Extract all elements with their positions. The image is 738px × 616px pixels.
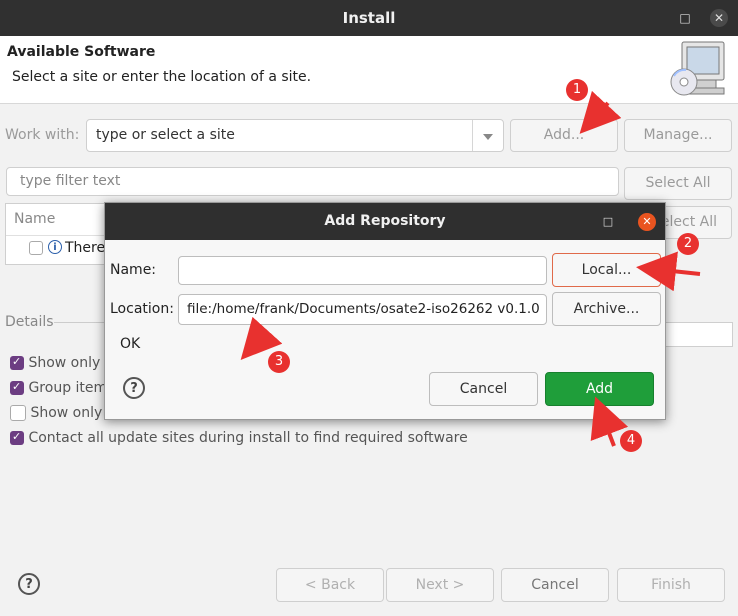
annotation-marker-3: 3 [268, 351, 290, 373]
next-button[interactable]: Next > [386, 568, 494, 602]
location-label: Location: [110, 301, 174, 317]
close-button[interactable]: ✕ [710, 9, 728, 27]
option-label: Group item [28, 380, 108, 396]
details-divider [54, 322, 106, 323]
column-header-name: Name [14, 211, 56, 227]
info-icon: i [48, 240, 62, 254]
checkbox-unchecked[interactable] [10, 405, 26, 421]
dialog-titlebar: Add Repository □ ✕ [105, 203, 665, 240]
select-all-button[interactable]: Select All [624, 167, 732, 200]
option-label: Show only s [30, 405, 115, 421]
add-site-button[interactable]: Add... [510, 119, 618, 152]
checkbox-checked[interactable] [10, 430, 24, 445]
dialog-maximize-button[interactable]: □ [599, 213, 617, 231]
name-input[interactable] [178, 256, 547, 285]
details-area [665, 322, 733, 347]
local-button[interactable]: Local... [552, 253, 661, 287]
option-label: Contact all update sites during install … [28, 430, 468, 446]
location-input[interactable]: file:/home/frank/Documents/osate2-iso262… [178, 294, 547, 325]
annotation-marker-4: 4 [620, 430, 642, 452]
maximize-button[interactable]: □ [676, 9, 694, 27]
option-show-latest[interactable]: Show only t [10, 355, 110, 371]
archive-button[interactable]: Archive... [552, 292, 661, 326]
finish-button[interactable]: Finish [617, 568, 725, 602]
option-contact-all-sites[interactable]: Contact all update sites during install … [10, 430, 468, 446]
dialog-cancel-button[interactable]: Cancel [429, 372, 538, 406]
option-group-items[interactable]: Group item [10, 380, 107, 396]
option-show-only-applicable[interactable]: Show only s [10, 405, 114, 421]
help-icon[interactable]: ? [18, 573, 40, 595]
page-description: Select a site or enter the location of a… [12, 69, 312, 85]
install-software-icon [670, 41, 725, 96]
checkbox-checked[interactable] [10, 380, 24, 395]
window-title: Install [342, 9, 396, 27]
chevron-down-icon[interactable] [472, 120, 503, 151]
work-with-combo[interactable]: type or select a site [86, 119, 504, 152]
divider [6, 235, 116, 236]
row-checkbox[interactable] [29, 241, 43, 255]
annotation-marker-2: 2 [677, 233, 699, 255]
window-titlebar: Install □ ✕ [0, 0, 738, 36]
filter-input[interactable]: type filter text [6, 167, 619, 196]
work-with-value: type or select a site [96, 127, 235, 143]
page-title: Available Software [7, 44, 156, 60]
back-button[interactable]: < Back [276, 568, 384, 602]
option-label: Show only t [28, 355, 111, 371]
add-repository-dialog: Add Repository □ ✕ Name: Local... Locati… [104, 202, 666, 420]
work-with-label: Work with: [5, 127, 80, 143]
table-row-text: There [65, 240, 106, 256]
checkbox-checked[interactable] [10, 355, 24, 370]
dialog-help-icon[interactable]: ? [123, 377, 145, 399]
software-table: Name i There [5, 203, 116, 265]
status-message: OK [120, 336, 141, 352]
cancel-button[interactable]: Cancel [501, 568, 609, 602]
dialog-close-button[interactable]: ✕ [638, 213, 656, 231]
name-label: Name: [110, 262, 157, 278]
details-label: Details [5, 314, 54, 330]
wizard-header: Available Software Select a site or ente… [0, 36, 738, 104]
dialog-add-button[interactable]: Add [545, 372, 654, 406]
dialog-title: Add Repository [324, 213, 446, 229]
annotation-marker-1: 1 [566, 79, 588, 101]
manage-button[interactable]: Manage... [624, 119, 732, 152]
